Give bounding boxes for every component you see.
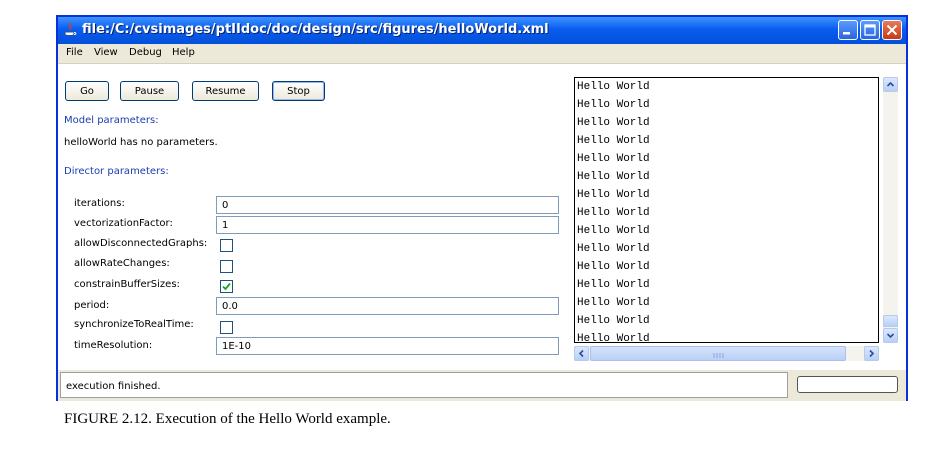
output-line: Hello World xyxy=(577,279,650,291)
menu-file[interactable]: File xyxy=(66,47,83,58)
param-label-vectorization-factor: vectorizationFactor: xyxy=(74,218,173,229)
allow-rate-changes-checkbox[interactable] xyxy=(220,260,233,273)
resume-button[interactable]: Resume xyxy=(192,81,259,101)
scroll-left-arrow-icon[interactable] xyxy=(574,346,589,361)
status-bar: execution finished. xyxy=(58,370,906,401)
stop-button[interactable]: Stop xyxy=(272,81,325,101)
param-label-allow-disconnected-graphs: allowDisconnectedGraphs: xyxy=(74,238,208,249)
output-line: Hello World xyxy=(577,207,650,219)
output-line: Hello World xyxy=(577,315,650,327)
param-label-allow-rate-changes: allowRateChanges: xyxy=(74,258,170,269)
output-line: Hello World xyxy=(577,297,650,309)
output-line: Hello World xyxy=(577,333,650,343)
vertical-scrollbar[interactable] xyxy=(883,77,898,343)
allow-disconnected-graphs-checkbox[interactable] xyxy=(220,239,233,252)
checkmark-icon xyxy=(222,282,231,291)
time-resolution-field[interactable]: 1E-10 xyxy=(216,337,559,355)
param-label-iterations: iterations: xyxy=(74,198,125,209)
output-line: Hello World xyxy=(577,117,650,129)
maximize-button[interactable] xyxy=(860,20,880,40)
constrain-buffer-sizes-checkbox[interactable] xyxy=(220,280,233,293)
menu-view[interactable]: View xyxy=(94,47,118,58)
main-panel: Go Pause Resume Stop Model parameters: h… xyxy=(58,64,906,370)
title-bar[interactable]: file:/C:/cvsimages/ptIIdoc/doc/design/sr… xyxy=(58,17,906,44)
output-line: Hello World xyxy=(577,81,650,93)
vertical-scroll-thumb[interactable] xyxy=(883,315,898,327)
output-text-area[interactable]: Hello World Hello World Hello World Hell… xyxy=(574,77,879,343)
horizontal-scrollbar[interactable] xyxy=(574,346,879,361)
vectorization-factor-field[interactable]: 1 xyxy=(216,216,559,234)
output-line: Hello World xyxy=(577,225,650,237)
menu-bar: File View Debug Help xyxy=(58,44,906,64)
menu-help[interactable]: Help xyxy=(172,47,195,58)
java-icon xyxy=(63,22,77,38)
close-button[interactable] xyxy=(882,20,902,40)
go-button[interactable]: Go xyxy=(65,81,109,101)
model-parameters-heading: Model parameters: xyxy=(64,115,159,126)
param-label-time-resolution: timeResolution: xyxy=(74,340,153,351)
output-line: Hello World xyxy=(577,171,650,183)
period-field[interactable]: 0.0 xyxy=(216,297,559,315)
param-label-constrain-buffer-sizes: constrainBufferSizes: xyxy=(74,279,180,290)
scroll-right-arrow-icon[interactable] xyxy=(864,346,879,361)
scroll-down-arrow-icon[interactable] xyxy=(883,328,898,343)
app-window: file:/C:/cvsimages/ptIIdoc/doc/design/sr… xyxy=(56,15,908,401)
output-line: Hello World xyxy=(577,135,650,147)
menu-debug[interactable]: Debug xyxy=(129,47,162,58)
iterations-field[interactable]: 0 xyxy=(216,196,559,214)
horizontal-scroll-thumb[interactable] xyxy=(590,346,846,361)
output-line: Hello World xyxy=(577,99,650,111)
output-line: Hello World xyxy=(577,243,650,255)
synchronize-to-real-time-checkbox[interactable] xyxy=(220,321,233,334)
pause-button[interactable]: Pause xyxy=(120,81,179,101)
scroll-up-arrow-icon[interactable] xyxy=(883,77,898,92)
status-message: execution finished. xyxy=(60,372,788,398)
output-line: Hello World xyxy=(577,261,650,273)
output-line: Hello World xyxy=(577,153,650,165)
minimize-button[interactable] xyxy=(838,20,858,40)
director-parameters-heading: Director parameters: xyxy=(64,166,169,177)
param-label-synchronize-to-real-time: synchronizeToRealTime: xyxy=(74,319,194,330)
figure-caption: FIGURE 2.12. Execution of the Hello Worl… xyxy=(64,411,391,427)
param-label-period: period: xyxy=(74,300,110,311)
output-line: Hello World xyxy=(577,189,650,201)
window-title: file:/C:/cvsimages/ptIIdoc/doc/design/sr… xyxy=(82,22,549,37)
model-parameters-message: helloWorld has no parameters. xyxy=(64,137,218,148)
progress-bar xyxy=(797,376,898,393)
